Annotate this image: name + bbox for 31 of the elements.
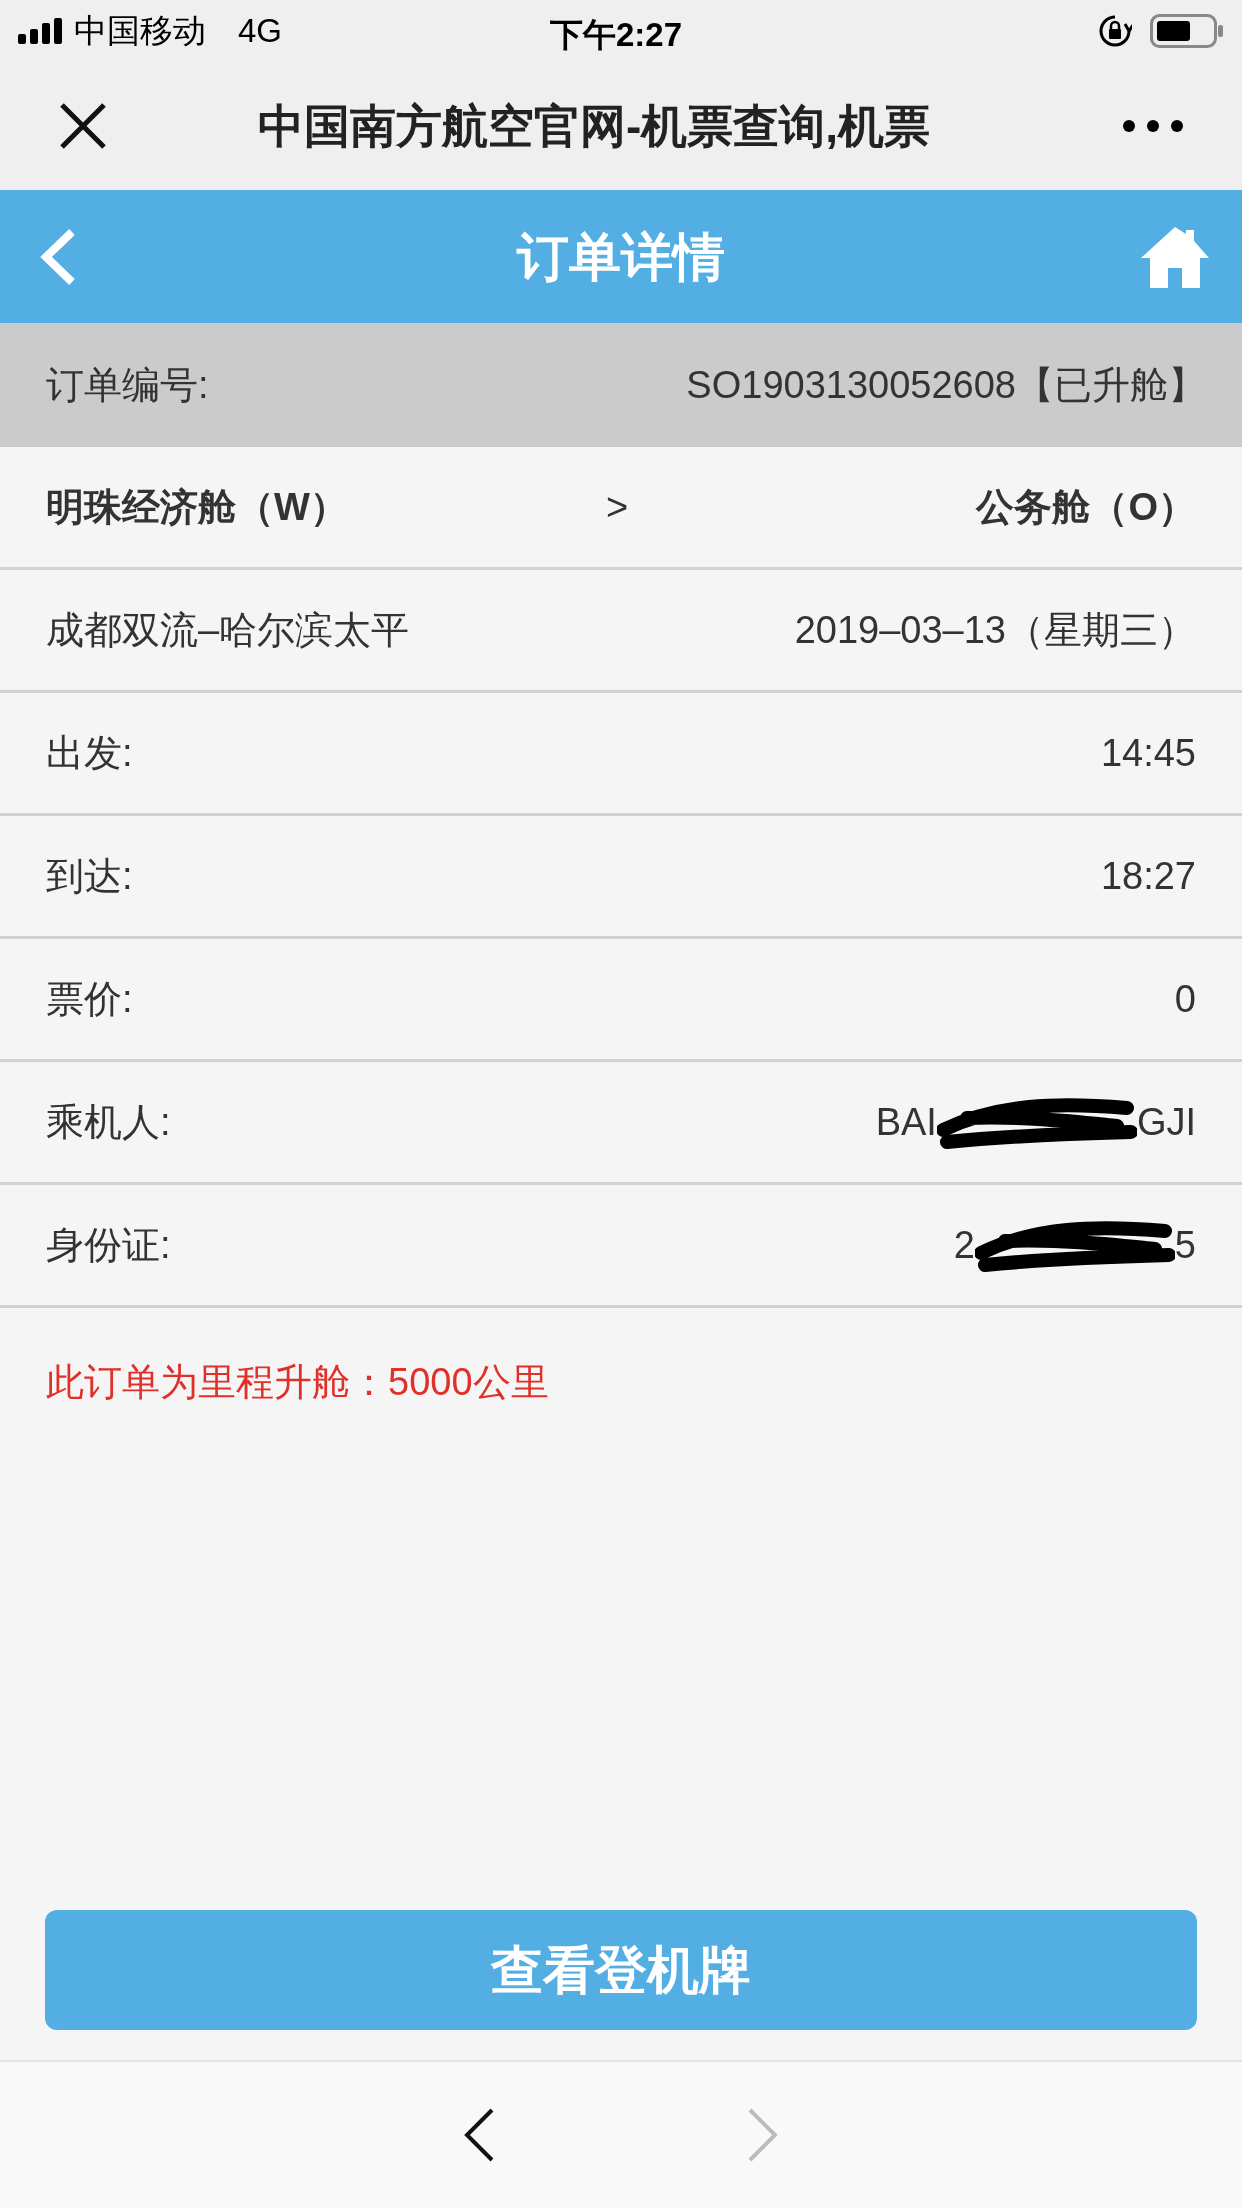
field-value: 0 (1174, 976, 1196, 1022)
back-icon[interactable] (462, 2107, 496, 2163)
rotation-lock-icon (1098, 14, 1132, 48)
clock-time: 下午2:27 (550, 15, 683, 55)
mileage-note: 此订单为里程升舱：5000公里 (45, 1360, 550, 1405)
field-value: GJI (1136, 1099, 1196, 1145)
field-value: 14:45 (1100, 730, 1196, 776)
page-title: 中国南方航空官网-机票查询,机票 (258, 98, 932, 154)
order-number-value: SO1903130052608【已升舱】 (686, 362, 1206, 408)
carrier-name: 中国移动 (74, 11, 206, 52)
field-value: BAI (875, 1099, 937, 1145)
boarding-pass-button[interactable]: 查看登机牌 (45, 1910, 1197, 2030)
arrow-sign: > (606, 484, 629, 530)
field-value: 2 (953, 1222, 975, 1268)
field-label: 乘机人: (46, 1099, 171, 1145)
order-number-label: 订单编号: (46, 362, 209, 408)
original-cabin: 明珠经济舱（W） (46, 484, 349, 530)
upgraded-cabin: 公务舱（O） (976, 484, 1196, 530)
field-label: 票价: (46, 976, 133, 1022)
field-label: 到达: (46, 853, 133, 899)
field-label: 成都双流–哈尔滨太平 (46, 607, 410, 653)
field-value: 5 (1174, 1222, 1196, 1268)
field-label: 身份证: (46, 1222, 171, 1268)
field-value: 2019–03–13（星期三） (794, 607, 1196, 653)
field-value: 18:27 (1100, 853, 1196, 899)
battery-icon (1150, 14, 1224, 48)
header-title: 订单详情 (515, 226, 726, 288)
more-icon[interactable] (1122, 119, 1184, 133)
close-icon[interactable] (58, 101, 108, 151)
field-label: 出发: (46, 730, 133, 776)
network-type: 4G (238, 11, 283, 52)
